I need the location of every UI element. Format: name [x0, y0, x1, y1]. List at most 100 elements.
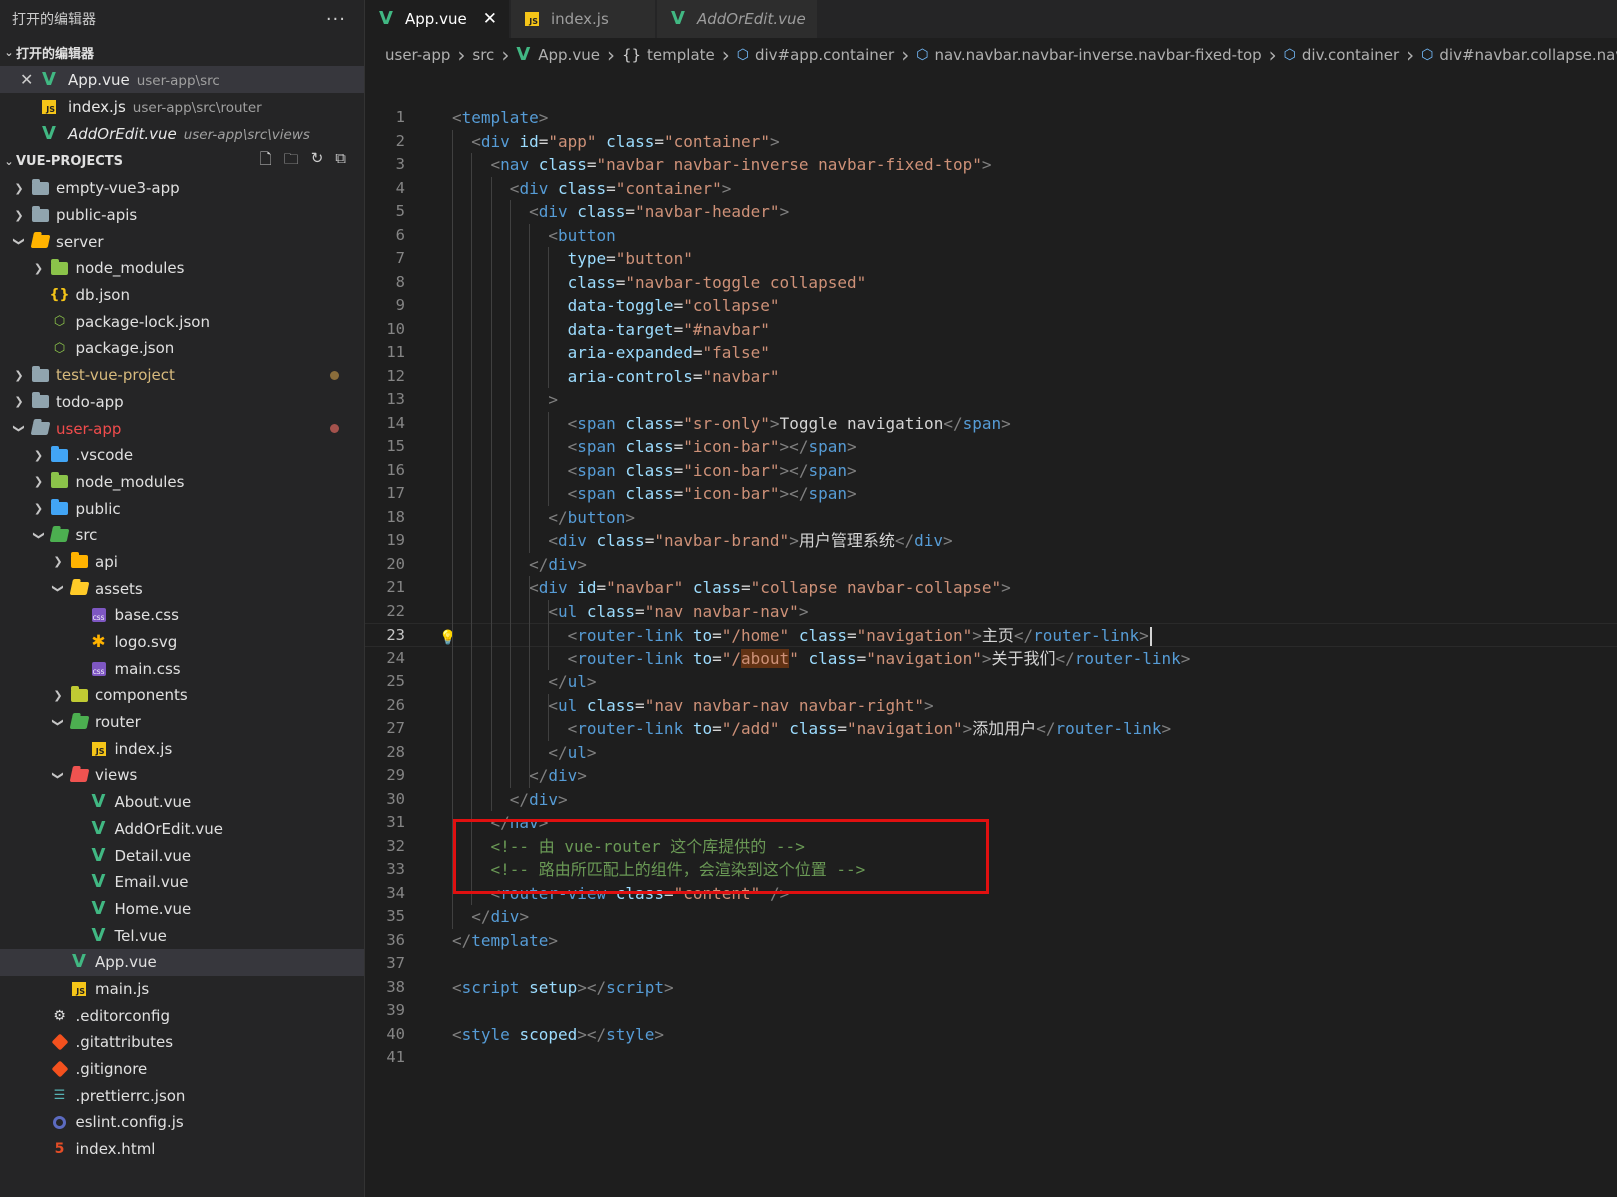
- tab-addoredit-vue[interactable]: V AddOrEdit.vue: [657, 0, 818, 38]
- tree-folder[interactable]: ❯ todo-app: [0, 389, 364, 416]
- chevron-right-icon[interactable]: ❯: [12, 369, 26, 382]
- code-token: data-target: [567, 319, 674, 339]
- tree-folder[interactable]: ❯ assets: [0, 575, 364, 602]
- refresh-icon[interactable]: ↻: [311, 149, 324, 174]
- new-file-icon[interactable]: 🗋: [260, 149, 272, 174]
- code-line: 26 <ul class="nav navbar-nav navbar-righ…: [365, 694, 1617, 718]
- tree-file[interactable]: CSS base.css: [0, 602, 364, 629]
- code-editor[interactable]: 1 <template> 2 <div id="app" class="contai…: [365, 106, 1617, 1197]
- breadcrumb-label: template: [647, 46, 715, 64]
- open-editors-header[interactable]: ⌄ 打开的编辑器: [0, 38, 364, 66]
- tree-file[interactable]: CSS main.css: [0, 655, 364, 682]
- breadcrumb-item[interactable]: user-app: [385, 46, 450, 64]
- tree-file[interactable]: ⚙ .editorconfig: [0, 1002, 364, 1029]
- tree-folder[interactable]: ❯ src: [0, 522, 364, 549]
- code-token: span: [808, 460, 847, 480]
- chevron-right-icon[interactable]: ❯: [32, 449, 46, 462]
- new-folder-icon[interactable]: 🗀: [284, 149, 299, 174]
- tree-file[interactable]: ⬡ package.json: [0, 335, 364, 362]
- tree-icon-wrap: CSS: [90, 661, 108, 677]
- close-icon[interactable]: ✕: [483, 9, 497, 29]
- tree-file[interactable]: ✱ logo.svg: [0, 629, 364, 656]
- code-token: span: [577, 413, 616, 433]
- tree-file[interactable]: {} db.json: [0, 282, 364, 309]
- tree-folder[interactable]: ❯ node_modules: [0, 469, 364, 496]
- tree-folder[interactable]: ❯ .vscode: [0, 442, 364, 469]
- breadcrumb-item[interactable]: ⬡ div#navbar.collapse.navbar-c: [1421, 46, 1617, 64]
- tree-file[interactable]: V About.vue: [0, 789, 364, 816]
- tree-folder[interactable]: ❯ api: [0, 549, 364, 576]
- tree-icon-wrap: [30, 421, 50, 437]
- tree-file[interactable]: ☰ .prettierrc.json: [0, 1082, 364, 1109]
- tree-file[interactable]: .gitattributes: [0, 1029, 364, 1056]
- tab-index-js[interactable]: JS index.js: [511, 0, 656, 38]
- tree-folder[interactable]: ❯ views: [0, 762, 364, 789]
- tree-folder[interactable]: ❯ server: [0, 228, 364, 255]
- tree-file[interactable]: V App.vue: [0, 948, 364, 976]
- chevron-down-icon[interactable]: ❯: [13, 235, 26, 249]
- breadcrumb-item[interactable]: V App.vue: [516, 46, 600, 65]
- open-editor-item[interactable]: JS index.js user-app\src\router: [0, 93, 364, 120]
- breadcrumb-item[interactable]: ⬡ div.container: [1284, 46, 1399, 64]
- code-token: <: [529, 202, 539, 221]
- code-token: aria-controls: [567, 366, 693, 386]
- tree-file[interactable]: JS main.js: [0, 976, 364, 1003]
- tree-file[interactable]: .gitignore: [0, 1056, 364, 1083]
- tree-folder[interactable]: ❯ empty-vue3-app: [0, 175, 364, 202]
- collapse-all-icon[interactable]: ⧉: [335, 149, 346, 174]
- chevron-down-icon[interactable]: ❯: [52, 715, 65, 729]
- line-number: 3: [395, 155, 405, 173]
- tree-folder[interactable]: ❯ node_modules: [0, 255, 364, 282]
- chevron-down-icon[interactable]: ❯: [52, 582, 65, 596]
- code-token: router-link: [577, 648, 684, 668]
- tree-folder[interactable]: ❯ components: [0, 682, 364, 709]
- chevron-right-icon[interactable]: ❯: [51, 555, 65, 568]
- breadcrumb-item[interactable]: {} template: [622, 46, 715, 64]
- chevron-down-icon[interactable]: ❯: [52, 768, 65, 782]
- tree-file[interactable]: 5 index.html: [0, 1136, 364, 1163]
- chevron-right-icon[interactable]: ❯: [32, 262, 46, 275]
- chevron-right-icon[interactable]: ❯: [51, 689, 65, 702]
- tree-folder[interactable]: ❯ public: [0, 495, 364, 522]
- tree-folder[interactable]: ❯ public-apis: [0, 202, 364, 229]
- breadcrumb-item[interactable]: src: [472, 46, 494, 64]
- more-actions-icon[interactable]: ···: [326, 9, 346, 30]
- tab-app-vue[interactable]: V App.vue ✕: [365, 0, 510, 38]
- element-icon: ⬡: [916, 47, 929, 63]
- breadcrumb-item[interactable]: ⬡ div#app.container: [737, 46, 894, 64]
- tree-folder[interactable]: ❯ router: [0, 709, 364, 736]
- tree-file[interactable]: JS index.js: [0, 735, 364, 762]
- code-token: =: [606, 249, 616, 268]
- project-header[interactable]: ⌄ VUE-PROJECTS 🗋 🗀 ↻ ⧉: [0, 147, 364, 175]
- breadcrumb-item[interactable]: ⬡ nav.navbar.navbar-inverse.navbar-fixed-…: [916, 46, 1261, 64]
- tree-folder[interactable]: ❯ test-vue-project: [0, 362, 364, 389]
- chevron-right-icon[interactable]: ❯: [12, 395, 26, 408]
- open-editor-item[interactable]: V AddOrEdit.vue user-app\src\views: [0, 120, 364, 147]
- code-line: 9 data-toggle="collapse": [365, 294, 1617, 318]
- chevron-right-icon[interactable]: ❯: [32, 475, 46, 488]
- chevron-right-icon[interactable]: ❯: [32, 502, 46, 515]
- chevron-down-icon[interactable]: ❯: [32, 528, 45, 542]
- code-line: 20 </div>: [365, 553, 1617, 577]
- tree-file[interactable]: eslint.config.js: [0, 1109, 364, 1136]
- code-token: "/add": [721, 719, 780, 738]
- code-token: =: [606, 178, 616, 198]
- open-editor-item[interactable]: ✕ V App.vue user-app\src: [0, 66, 364, 93]
- tree-file[interactable]: V AddOrEdit.vue: [0, 816, 364, 843]
- tree-folder[interactable]: ❯ user-app: [0, 415, 364, 442]
- tree-file[interactable]: V Home.vue: [0, 896, 364, 923]
- breadcrumb-label: App.vue: [538, 46, 600, 64]
- code-token: 用户管理系统: [798, 531, 895, 550]
- tree-file[interactable]: ⬡ package-lock.json: [0, 308, 364, 335]
- tree-file[interactable]: V Tel.vue: [0, 922, 364, 949]
- indent-guide: [490, 176, 492, 811]
- chevron-right-icon[interactable]: ❯: [12, 209, 26, 222]
- tree-file[interactable]: V Detail.vue: [0, 842, 364, 869]
- code-token: >: [1180, 648, 1191, 668]
- chevron-right-icon[interactable]: ❯: [12, 182, 26, 195]
- chevron-down-icon[interactable]: ❯: [13, 422, 26, 436]
- close-icon[interactable]: ✕: [20, 70, 33, 89]
- code-token: template: [471, 930, 549, 950]
- tree-file[interactable]: V Email.vue: [0, 869, 364, 896]
